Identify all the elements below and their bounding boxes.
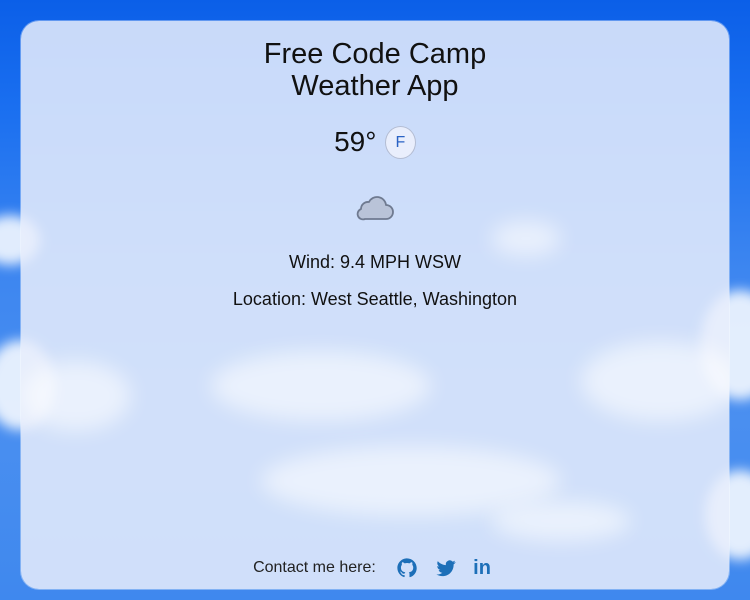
unit-toggle-button[interactable]: F — [384, 125, 416, 159]
wind-info: Wind: 9.4 MPH WSW — [288, 252, 462, 272]
card-cloud — [21, 361, 131, 431]
linkedin-icon[interactable]: in — [473, 557, 491, 579]
weather-card: Free Code Camp Weather App 59° F Wind: 9… — [21, 21, 729, 589]
twitter-icon[interactable] — [435, 557, 457, 579]
card-cloud — [211, 351, 431, 421]
card-cloud — [491, 221, 561, 256]
app-title-line1: Free Code Camp — [263, 38, 487, 70]
card-cloud — [491, 501, 631, 541]
location-info: Location: West Seattle, Washington — [232, 289, 518, 309]
contact-row: Contact me here: in — [21, 557, 729, 581]
app-title: Free Code Camp Weather App — [21, 38, 729, 102]
temperature-value: 59° — [334, 126, 377, 157]
contact-label: Contact me here: — [253, 559, 376, 576]
temperature-row: 59° F — [21, 125, 729, 165]
card-cloud — [581, 341, 729, 421]
cloud-icon — [355, 194, 395, 222]
github-icon[interactable] — [396, 557, 418, 579]
app-title-line2: Weather App — [291, 70, 459, 102]
